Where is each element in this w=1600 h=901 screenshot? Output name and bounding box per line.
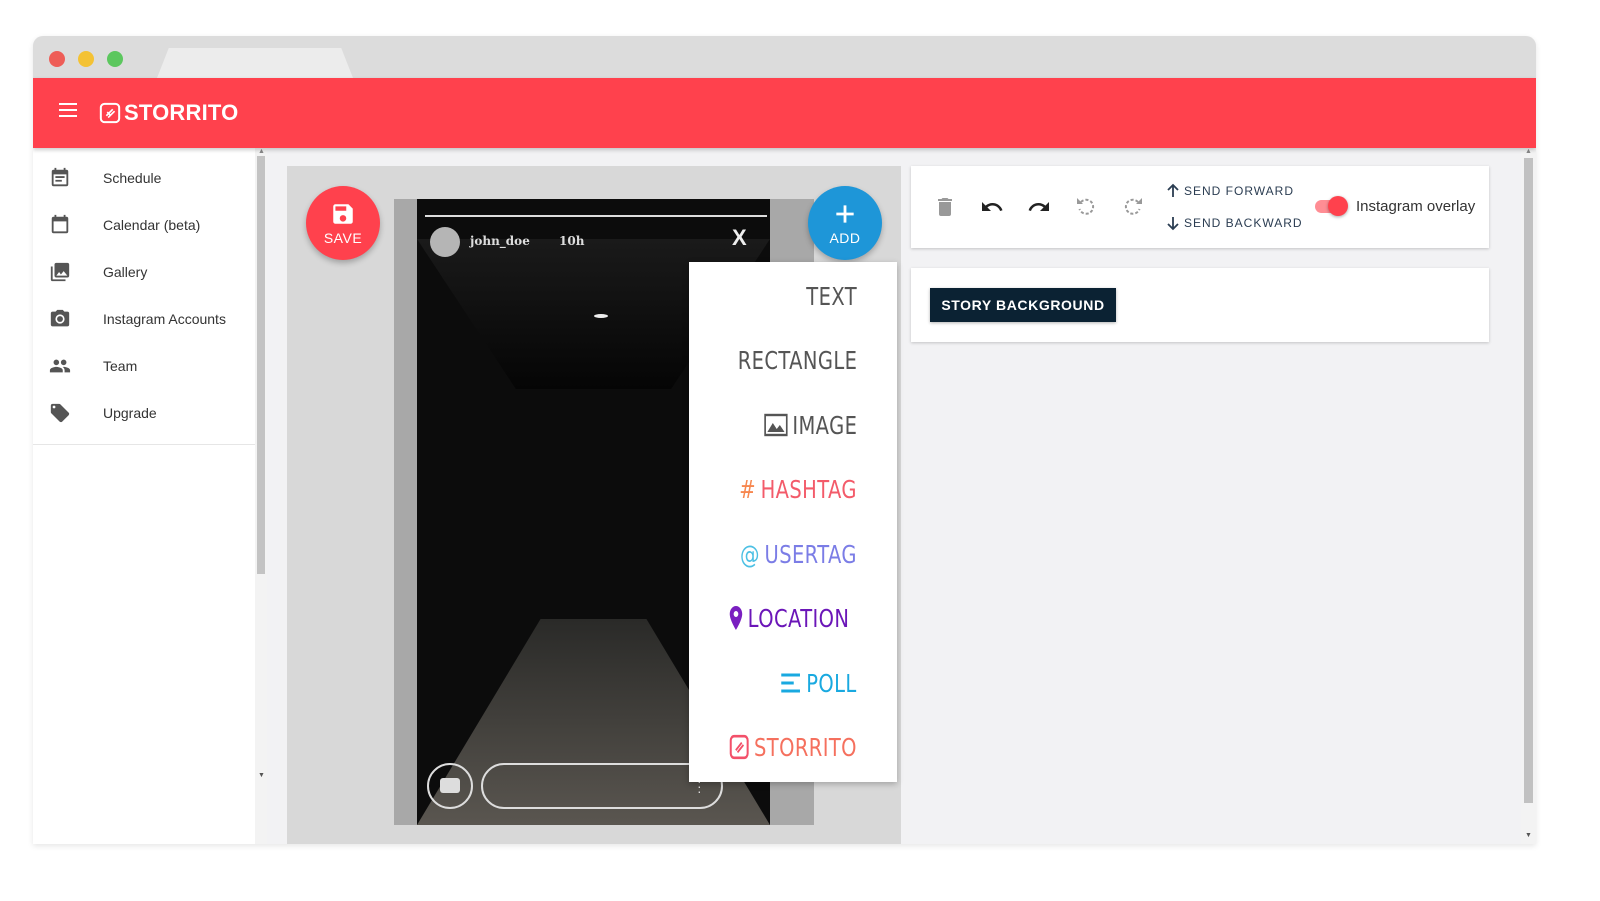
brand-name: STORRITO [124,100,239,125]
sidebar-item-team[interactable]: Team [33,342,267,389]
app-bar: STORRITO [33,78,1536,148]
storrito-icon [729,734,749,760]
sidebar-item-label: Gallery [103,263,148,280]
event-note-icon [51,167,69,186]
browser-titlebar [33,36,1536,78]
story-username: john_doe [470,234,530,248]
menu-item-label: STORRITO [754,732,857,762]
hashtag-icon: # [739,474,757,504]
avatar [430,227,460,257]
tag-icon [50,403,70,422]
story-editor: john_doe 10h X ··· SAVE ADD TEXT RECTANG… [287,166,901,844]
camera-icon [427,763,473,809]
sidebar-item-label: Team [103,357,138,374]
close-window-button[interactable] [49,51,65,67]
story-background-button[interactable]: STORY BACKGROUND [930,288,1116,322]
location-pin-icon [729,605,743,631]
maximize-window-button[interactable] [107,51,123,67]
menu-icon[interactable] [59,103,77,117]
poll-icon [780,672,802,694]
menu-item-hashtag[interactable]: # HASHTAG [739,469,857,509]
add-button[interactable]: ADD [808,186,882,260]
menu-item-poll[interactable]: POLL [780,663,857,703]
toggle-thumb [1328,196,1348,216]
background-panel: STORY BACKGROUND [911,268,1489,342]
minimize-window-button[interactable] [78,51,94,67]
close-icon: X [732,225,747,250]
save-icon [333,203,353,224]
menu-item-label: RECTANGLE [737,345,857,375]
arrow-down-icon [1167,217,1179,231]
scroll-down-arrow-icon[interactable]: ▼ [1525,832,1532,839]
storrito-logo-icon [99,102,121,124]
delete-icon[interactable] [933,195,957,219]
sidebar-item-upgrade[interactable]: Upgrade [33,389,267,436]
add-menu: TEXT RECTANGLE IMAGE # HASHTAG @ USERTAG [689,262,897,782]
send-backward-label: SEND BACKWARD [1184,216,1303,230]
browser-tab[interactable] [157,48,353,78]
menu-item-storrito[interactable]: STORRITO [729,727,857,767]
instagram-overlay-label: Instagram overlay [1356,198,1476,215]
menu-item-rectangle[interactable]: RECTANGLE [737,340,857,380]
send-backward-button[interactable]: SEND BACKWARD [1165,212,1303,234]
calendar-icon [51,214,69,233]
menu-item-label: POLL [806,668,857,698]
menu-item-label: USERTAG [764,539,857,569]
sidebar-item-label: Instagram Accounts [103,310,226,327]
sidebar-scroll-thumb[interactable] [257,156,265,574]
scroll-up-arrow-icon[interactable]: ▲ [258,148,265,155]
main-scroll-thumb[interactable] [1524,158,1533,803]
at-icon: @ [740,539,760,569]
menu-item-text[interactable]: TEXT [806,276,857,316]
save-button[interactable]: SAVE [306,186,380,260]
background-image-light [594,314,608,318]
story-progress-bar [425,215,767,217]
main-scrollbar[interactable]: ▲ ▼ [1521,148,1536,844]
story-reply-field [481,763,723,809]
sidebar-item-calendar[interactable]: Calendar (beta) [33,201,267,248]
sidebar: Schedule Calendar (beta) Gallery Instagr… [33,148,267,844]
camera-icon [50,309,70,326]
save-label: SAVE [323,229,363,246]
browser-window: STORRITO Schedule Calendar (beta) Galler… [33,36,1536,844]
undo-icon[interactable] [980,195,1004,219]
redo-icon[interactable] [1027,195,1051,219]
menu-item-label: IMAGE [792,410,857,440]
layer-toolbar: SEND FORWARD SEND BACKWARD Instagram ove… [911,166,1489,248]
sidebar-divider [33,444,255,445]
sidebar-item-gallery[interactable]: Gallery [33,248,267,295]
rotate-right-icon[interactable] [1121,195,1145,219]
image-icon [763,413,788,437]
menu-item-usertag[interactable]: @ USERTAG [740,534,857,574]
menu-item-label: TEXT [806,281,857,311]
send-forward-button[interactable]: SEND FORWARD [1165,180,1294,202]
sidebar-item-label: Upgrade [103,404,157,421]
send-forward-label: SEND FORWARD [1184,184,1295,198]
add-label: ADD [829,229,861,246]
instagram-overlay-toggle[interactable] [1313,196,1349,216]
menu-item-image[interactable]: IMAGE [763,405,857,445]
rotate-left-icon[interactable] [1074,195,1098,219]
scroll-up-arrow-icon[interactable]: ▲ [1525,148,1532,155]
scroll-down-arrow-icon[interactable]: ▼ [258,772,265,779]
sidebar-item-label: Schedule [103,169,162,186]
menu-item-label: HASHTAG [760,474,857,504]
sidebar-item-label: Calendar (beta) [103,216,201,233]
arrow-up-icon [1167,183,1179,197]
menu-item-label: LOCATION [747,603,849,633]
gallery-icon [50,262,70,281]
sidebar-item-instagram-accounts[interactable]: Instagram Accounts [33,295,267,342]
plus-icon [836,204,854,223]
menu-item-location[interactable]: LOCATION [729,598,849,638]
sidebar-scrollbar[interactable]: ▲ ▼ [255,148,267,844]
brand-logo[interactable]: STORRITO [99,98,238,128]
story-time: 10h [559,234,585,248]
people-icon [49,359,71,372]
sidebar-item-schedule[interactable]: Schedule [33,154,267,201]
